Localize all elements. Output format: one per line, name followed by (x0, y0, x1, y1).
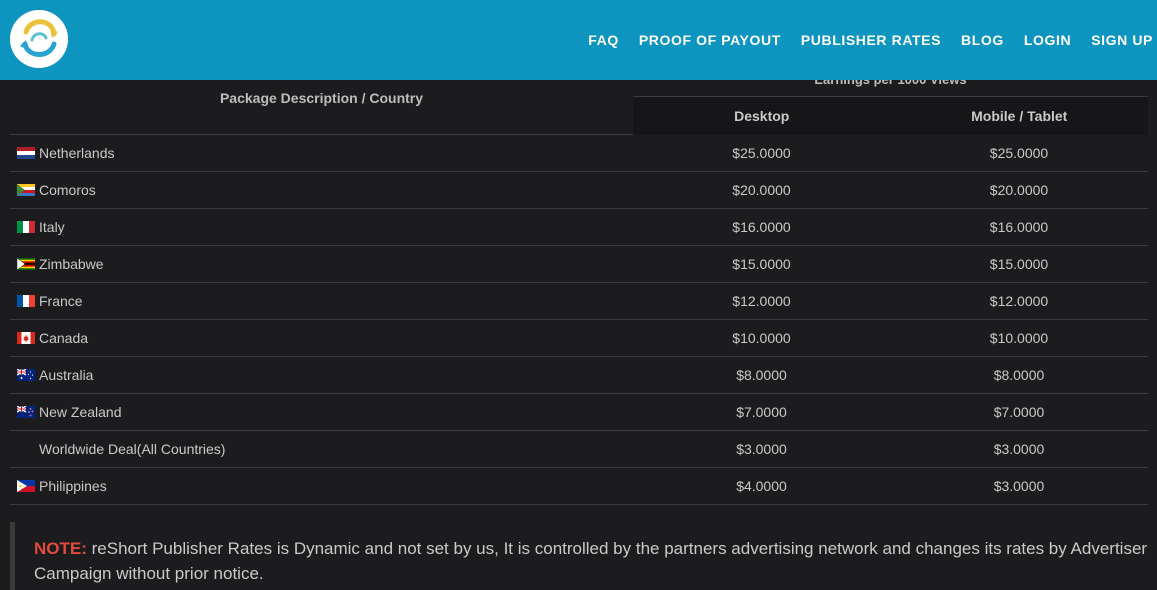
country-name: Philippines (39, 478, 107, 494)
italy-flag-icon (17, 221, 35, 233)
mobile-rate: $20.0000 (989, 182, 1049, 198)
desktop-rate: $12.0000 (732, 293, 791, 309)
table-row: Worldwide Deal(All Countries) $3.0000 $3… (10, 431, 1148, 468)
nav-publisher-rates-link[interactable]: PUBLISHER RATES (801, 32, 941, 48)
desktop-rate: $10.0000 (732, 330, 791, 346)
country-name: France (39, 293, 83, 309)
france-flag-icon (17, 295, 35, 307)
table-row: Netherlands $25.0000 $25.0000 (10, 135, 1148, 172)
country-cell: Worldwide Deal(All Countries) (10, 441, 633, 457)
nav-proof-of-payout-link[interactable]: PROOF OF PAYOUT (639, 32, 781, 48)
table-row: Zimbabwe $15.0000 $15.0000 (10, 246, 1148, 283)
mobile-rate: $7.0000 (993, 404, 1045, 420)
country-cell: Canada (10, 330, 633, 346)
desktop-rate: $20.0000 (732, 182, 791, 198)
header-desktop: Desktop (734, 108, 790, 124)
country-name: Zimbabwe (39, 256, 104, 272)
country-cell: Zimbabwe (10, 256, 633, 272)
mobile-rate: $16.0000 (989, 219, 1049, 235)
nav-login-link[interactable]: LOGIN (1024, 32, 1071, 48)
desktop-rate: $8.0000 (736, 367, 787, 383)
rates-table: Package Description / Country Earnings p… (10, 60, 1148, 505)
country-cell: Australia (10, 367, 633, 383)
header-mobile-tablet: Mobile / Tablet (971, 108, 1068, 124)
country-name: Canada (39, 330, 89, 346)
header-subcolumns: Desktop Mobile / Tablet (633, 97, 1148, 135)
comoros-flag-icon (17, 184, 35, 196)
mobile-rate: $25.0000 (989, 145, 1049, 161)
country-cell: Netherlands (10, 145, 633, 161)
country-name: Italy (39, 219, 65, 235)
country-cell: France (10, 293, 633, 309)
country-cell: Italy (10, 219, 633, 235)
site-logo-icon[interactable] (10, 10, 68, 68)
country-cell: Philippines (10, 478, 633, 494)
mobile-rate: $12.0000 (989, 293, 1049, 309)
zimbabwe-flag-icon (17, 258, 35, 270)
country-name: Comoros (39, 182, 96, 198)
note-text: reShort Publisher Rates is Dynamic and n… (34, 539, 1148, 583)
desktop-rate: $7.0000 (736, 404, 787, 420)
table-row: Philippines $4.0000 $3.0000 (10, 468, 1148, 505)
mobile-rate: $10.0000 (989, 330, 1049, 346)
country-name: New Zealand (39, 404, 122, 420)
desktop-rate: $25.0000 (732, 145, 791, 161)
country-cell: New Zealand (10, 404, 633, 420)
desktop-rate: $15.0000 (732, 256, 791, 272)
table-row: Italy $16.0000 $16.0000 (10, 209, 1148, 246)
mobile-rate: $3.0000 (993, 478, 1045, 494)
country-name: Australia (39, 367, 94, 383)
country-cell: Comoros (10, 182, 633, 198)
australia-flag-icon (17, 369, 35, 381)
desktop-rate: $16.0000 (732, 219, 791, 235)
desktop-rate: $4.0000 (736, 478, 787, 494)
table-row: France $12.0000 $12.0000 (10, 283, 1148, 320)
mobile-rate: $3.0000 (993, 441, 1045, 457)
note-label: NOTE: (34, 539, 87, 558)
table-row: Comoros $20.0000 $20.0000 (10, 172, 1148, 209)
country-name: Worldwide Deal(All Countries) (39, 441, 226, 457)
table-row: New Zealand $7.0000 $7.0000 (10, 394, 1148, 431)
table-row: Australia $8.0000 $8.0000 (10, 357, 1148, 394)
rates-note: NOTE: reShort Publisher Rates is Dynamic… (10, 522, 1148, 590)
main-nav: FAQ PROOF OF PAYOUT PUBLISHER RATES BLOG… (568, 0, 1153, 80)
new-zealand-flag-icon (17, 406, 35, 418)
netherlands-flag-icon (17, 147, 35, 159)
philippines-flag-icon (17, 480, 35, 492)
desktop-rate: $3.0000 (736, 441, 787, 457)
nav-blog-link[interactable]: BLOG (961, 32, 1004, 48)
nav-faq-link[interactable]: FAQ (588, 32, 619, 48)
mobile-rate: $15.0000 (989, 256, 1049, 272)
mobile-rate: $8.0000 (993, 367, 1045, 383)
table-row: Canada $10.0000 $10.0000 (10, 320, 1148, 357)
country-name: Netherlands (39, 145, 115, 161)
site-header: FAQ PROOF OF PAYOUT PUBLISHER RATES BLOG… (0, 0, 1157, 80)
nav-signup-link[interactable]: SIGN UP (1091, 32, 1153, 48)
canada-flag-icon (17, 332, 35, 344)
